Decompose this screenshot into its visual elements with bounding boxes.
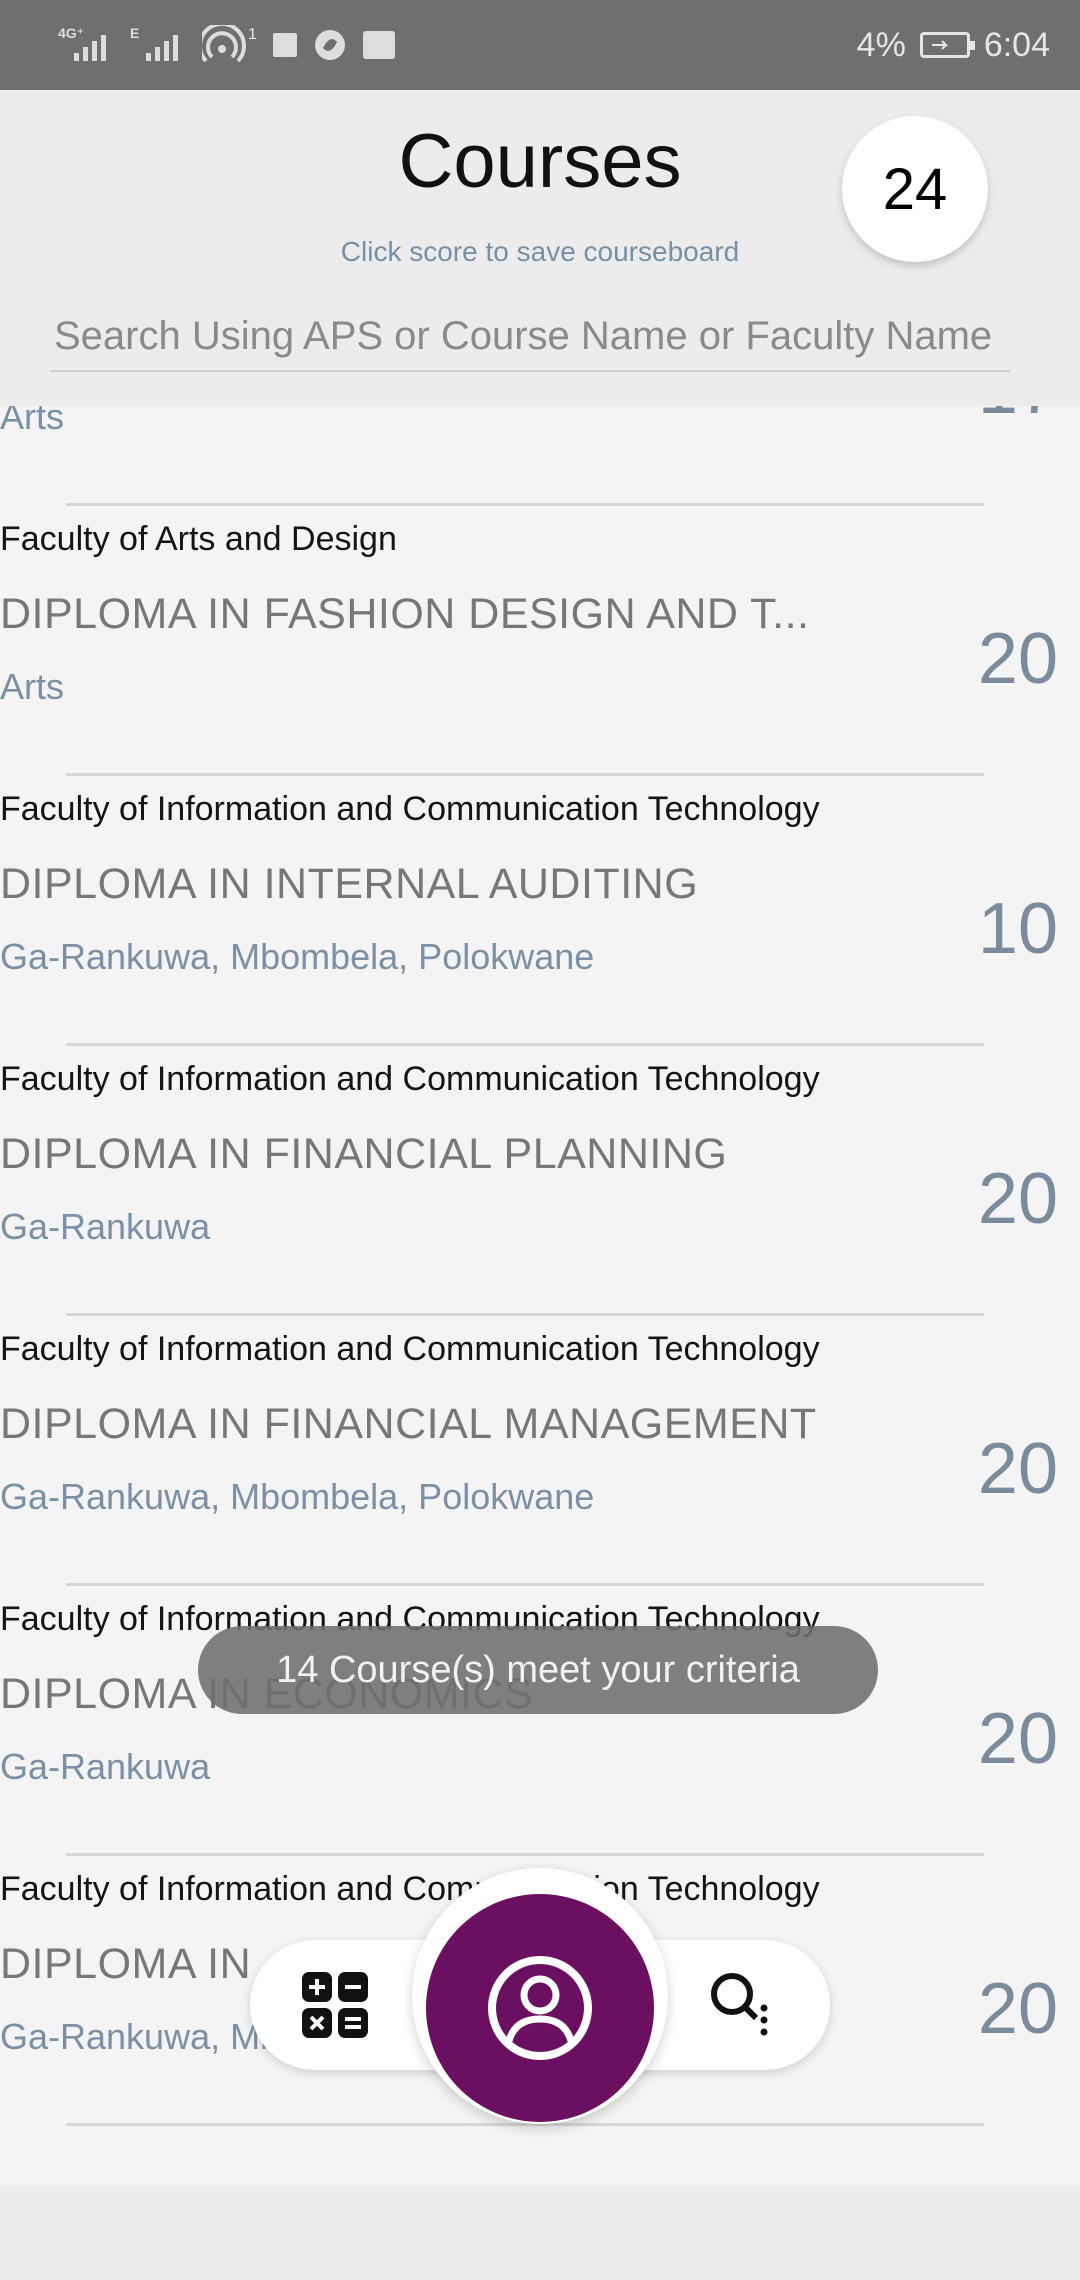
save-hint: Click score to save courseboard — [340, 236, 740, 267]
status-icons-right: 4% 6:04 — [857, 22, 1050, 68]
battery-percent: 4% — [856, 25, 906, 64]
course-item[interactable]: Faculty of Information and Communication… — [0, 1046, 1080, 1316]
course-name: DIPLOMA IN FINANCIAL MANAGEMENT — [0, 1400, 817, 1448]
course-aps-score: 20 — [977, 1969, 1058, 2049]
profile-button[interactable] — [426, 1894, 654, 2122]
signal-4g-icon: 4G⁺ — [58, 25, 114, 65]
signal-e-icon: E — [130, 25, 186, 65]
course-campus: Ga-Rankuwa, Mbombela, Polokwane — [0, 1476, 595, 1517]
course-name: DIPLOMA IN FASHION DESIGN AND T... — [0, 590, 810, 638]
course-aps-score: 20 — [977, 1159, 1058, 1239]
course-aps-score: 20 — [977, 619, 1058, 699]
clock: 6:04 — [983, 25, 1050, 64]
network-type-label-2: E — [130, 25, 140, 41]
header: Courses 24 Click score to save courseboa… — [0, 90, 1080, 406]
course-name: DIPLOMA IN INTERNAL AUDITING — [0, 860, 699, 908]
user-profile-icon — [488, 1956, 592, 2060]
status-icons-left: 4G⁺ E 1 — [58, 22, 395, 68]
app-notification-icon — [314, 30, 345, 60]
notification-square-icon — [272, 33, 297, 57]
course-item[interactable]: Faculty of Information and Communication… — [0, 776, 1080, 1046]
course-campus: Ga-Rankuwa, Mbombela, Polokwane — [0, 936, 595, 977]
divider — [66, 2123, 984, 2126]
course-aps-score: 20 — [977, 1699, 1058, 1779]
course-faculty: Faculty of Arts and Design — [0, 520, 397, 558]
search-input[interactable] — [50, 302, 1010, 372]
course-faculty: Faculty of Information and Communication… — [0, 1870, 820, 1908]
course-name: DIPLOMA IN FINANCIAL PLANNING — [0, 1130, 728, 1178]
course-campus: Ga-Rankuwa — [0, 1206, 211, 1247]
calculator-icon[interactable] — [300, 1970, 370, 2040]
course-campus: Ga-Rankuwa — [0, 1746, 211, 1787]
course-aps-score: 20 — [977, 1429, 1058, 1509]
course-item[interactable]: Faculty of Information and Communication… — [0, 1316, 1080, 1586]
course-name: DIPLOMA IN — [0, 1940, 252, 1988]
status-bar: 4G⁺ E 1 4% 6:04 — [0, 0, 1080, 90]
course-faculty: Faculty of Information and Communication… — [0, 1330, 820, 1368]
course-faculty: Faculty of Information and Communication… — [0, 1060, 820, 1098]
hotspot-count: 1 — [248, 26, 257, 43]
course-item[interactable]: Faculty of Arts and DesignDIPLOMA IN FIN… — [0, 406, 1080, 506]
course-aps-score: 10 — [977, 889, 1058, 969]
toast-message: 14 Course(s) meet your criteria — [198, 1626, 878, 1714]
course-campus: Arts — [0, 666, 65, 707]
course-aps-score: 17 — [978, 406, 1058, 430]
course-item[interactable]: Faculty of Arts and Design DIPLOMA IN FAS… — [0, 506, 1080, 776]
course-campus: Arts — [0, 406, 65, 437]
course-faculty: Faculty of Information and Communication… — [0, 790, 820, 828]
hotspot-icon — [202, 25, 246, 63]
battery-icon — [919, 32, 975, 58]
message-icon — [362, 31, 395, 59]
search-options-icon[interactable] — [708, 1966, 778, 2044]
